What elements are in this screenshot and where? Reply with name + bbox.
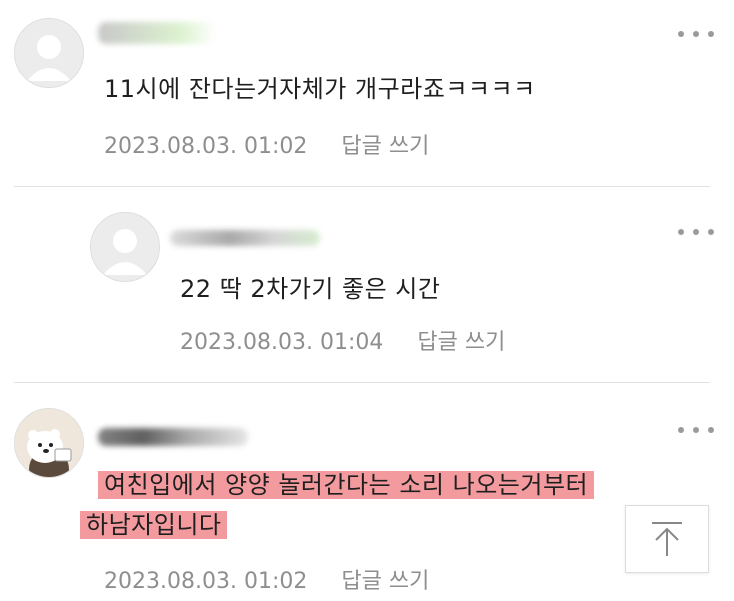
nickname-redacted — [98, 428, 248, 446]
comment-text: 11시에 잔다는거자체가 개구라죠ㅋㅋㅋㅋ — [104, 75, 536, 103]
more-dots-icon[interactable] — [678, 224, 714, 240]
comment-text: 여친입에서 양양 놀러간다는 소리 나오는거부터 — [98, 468, 595, 502]
arrow-up-icon — [652, 522, 682, 556]
reply-button[interactable]: 답글 쓰기 — [341, 134, 429, 159]
comment-text: 하남자입니다 — [80, 508, 228, 542]
polar-bear-avatar-icon[interactable] — [14, 408, 84, 478]
reply-button[interactable]: 답글 쓰기 — [341, 569, 429, 594]
comment-meta: 2023.08.03. 01:02 답글 쓰기 — [104, 128, 429, 160]
nickname-redacted — [170, 230, 320, 246]
comment-meta: 2023.08.03. 01:04 답글 쓰기 — [180, 324, 505, 356]
more-dots-icon[interactable] — [678, 26, 714, 42]
more-dots-icon[interactable] — [678, 422, 714, 438]
comment-date: 2023.08.03. 01:02 — [104, 134, 308, 159]
divider — [14, 186, 710, 187]
comment-date: 2023.08.03. 01:04 — [180, 330, 384, 355]
comment-list: 11시에 잔다는거자체가 개구라죠ㅋㅋㅋㅋ 2023.08.03. 01:02 답… — [0, 0, 734, 601]
comment-text-line2: 하남자입니다 — [80, 511, 228, 539]
comment-text-line1: 여친입에서 양양 놀러간다는 소리 나오는거부터 — [98, 471, 595, 499]
comment-date: 2023.08.03. 01:02 — [104, 569, 308, 594]
default-avatar-icon[interactable] — [14, 18, 84, 88]
divider — [14, 382, 710, 383]
default-avatar-icon[interactable] — [90, 212, 160, 282]
reply-button[interactable]: 답글 쓰기 — [417, 330, 505, 355]
scroll-top-button[interactable] — [625, 505, 709, 573]
comment-meta: 2023.08.03. 01:02 답글 쓰기 — [104, 563, 429, 595]
nickname-redacted — [98, 22, 216, 44]
comment-text: 22 딱 2차가기 좋은 시간 — [180, 275, 441, 303]
